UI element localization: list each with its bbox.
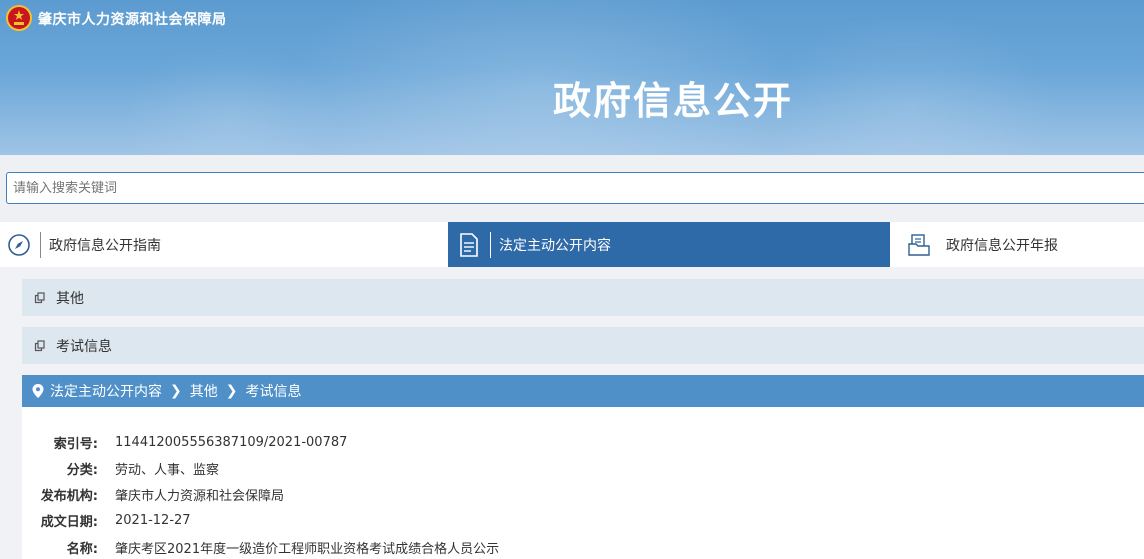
document-icon (456, 232, 482, 258)
tab-annual-report[interactable]: 政府信息公开年报 (906, 222, 1144, 267)
banner-decoration (760, 10, 1060, 155)
meta-value: 劳动、人事、监察 (115, 462, 220, 478)
tab-label: 政府信息公开年报 (946, 237, 1058, 254)
meta-row-index-no: 索引号: 114412005556387109/2021-00787 (22, 432, 348, 452)
tab-divider (490, 231, 491, 258)
tab-label: 法定主动公开内容 (499, 237, 611, 254)
tab-label: 政府信息公开指南 (49, 237, 161, 254)
breadcrumb-link[interactable]: 法定主动公开内容 (50, 381, 162, 401)
chevron-right-icon: ❯ (225, 383, 238, 399)
breadcrumb-link[interactable]: 其他 (190, 381, 218, 401)
category-other[interactable]: 其他 (22, 279, 1144, 316)
category-label: 考试信息 (56, 338, 112, 355)
meta-value: 114412005556387109/2021-00787 (115, 434, 348, 450)
category-exam-info[interactable]: 考试信息 (22, 327, 1144, 364)
document-metadata: 索引号: 114412005556387109/2021-00787 分类: 劳… (22, 407, 1144, 559)
meta-value: 2021-12-27 (115, 512, 191, 528)
meta-key: 索引号: (53, 436, 98, 452)
meta-key: 名称: (66, 541, 98, 557)
category-label: 其他 (56, 290, 84, 307)
site-name[interactable]: 肇庆市人力资源和社会保障局 (38, 9, 227, 29)
meta-row-title: 名称: 肇庆考区2021年度一级造价工程师职业资格考试成绩合格人员公示 (22, 537, 499, 557)
copy-icon (34, 291, 45, 303)
tab-divider (40, 231, 41, 258)
meta-row-date: 成文日期: 2021-12-27 (22, 510, 191, 530)
meta-key: 成文日期: (40, 514, 98, 530)
chevron-right-icon: ❯ (170, 383, 182, 399)
search-input[interactable] (6, 172, 1144, 204)
meta-row-category: 分类: 劳动、人事、监察 (22, 458, 219, 478)
national-emblem-icon (6, 5, 32, 31)
meta-value: 肇庆考区2021年度一级造价工程师职业资格考试成绩合格人员公示 (115, 541, 500, 557)
folder-report-icon (906, 232, 932, 258)
meta-row-publisher: 发布机构: 肇庆市人力资源和社会保障局 (22, 484, 284, 504)
compass-icon (6, 232, 32, 258)
tab-statutory-content[interactable]: 法定主动公开内容 (448, 222, 890, 267)
page-title: 政府信息公开 (553, 79, 794, 123)
header-banner: 肇庆市人力资源和社会保障局 政府信息公开 (0, 0, 1144, 155)
tab-bar: 政府信息公开指南 法定主动公开内容 政府信息公开年报 (0, 222, 1144, 267)
meta-value: 肇庆市人力资源和社会保障局 (115, 488, 285, 504)
location-pin-icon (32, 384, 44, 398)
meta-key: 分类: (66, 462, 98, 478)
breadcrumb: 法定主动公开内容 ❯ 其他 ❯ 考试信息 (22, 375, 1144, 407)
tab-disclosure-guide[interactable]: 政府信息公开指南 (6, 222, 446, 267)
breadcrumb-link[interactable]: 考试信息 (245, 381, 301, 401)
copy-icon (34, 339, 45, 351)
search-bar (0, 155, 1144, 222)
meta-key: 发布机构: (40, 488, 98, 504)
